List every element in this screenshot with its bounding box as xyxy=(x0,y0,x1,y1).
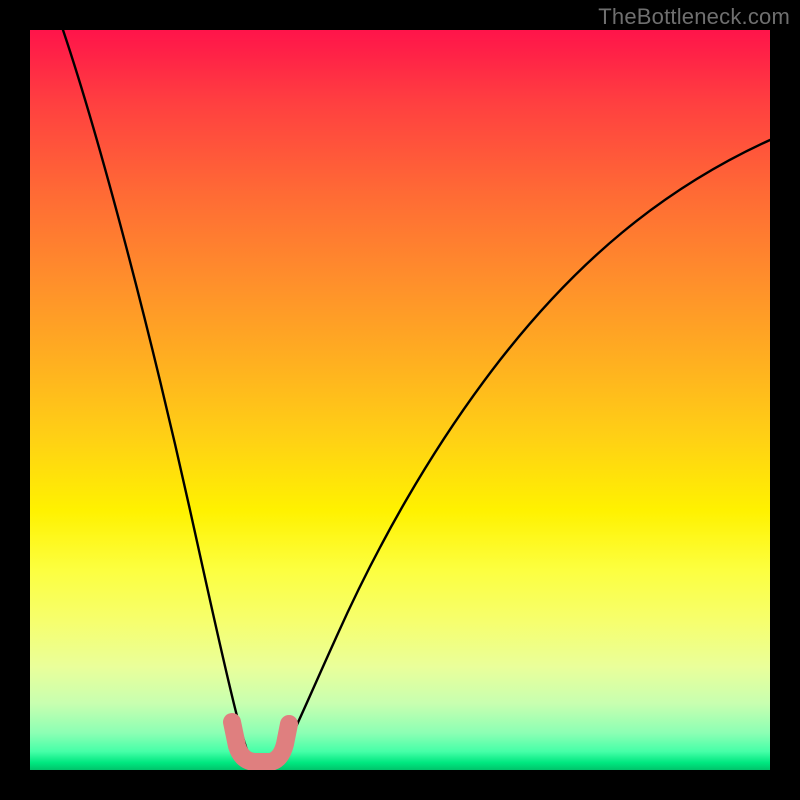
chart-svg xyxy=(30,30,770,770)
highlight-trough xyxy=(232,722,289,762)
chart-frame: TheBottleneck.com xyxy=(0,0,800,800)
watermark-label: TheBottleneck.com xyxy=(598,4,790,30)
plot-area xyxy=(30,30,770,770)
bottleneck-curve xyxy=(63,30,770,770)
